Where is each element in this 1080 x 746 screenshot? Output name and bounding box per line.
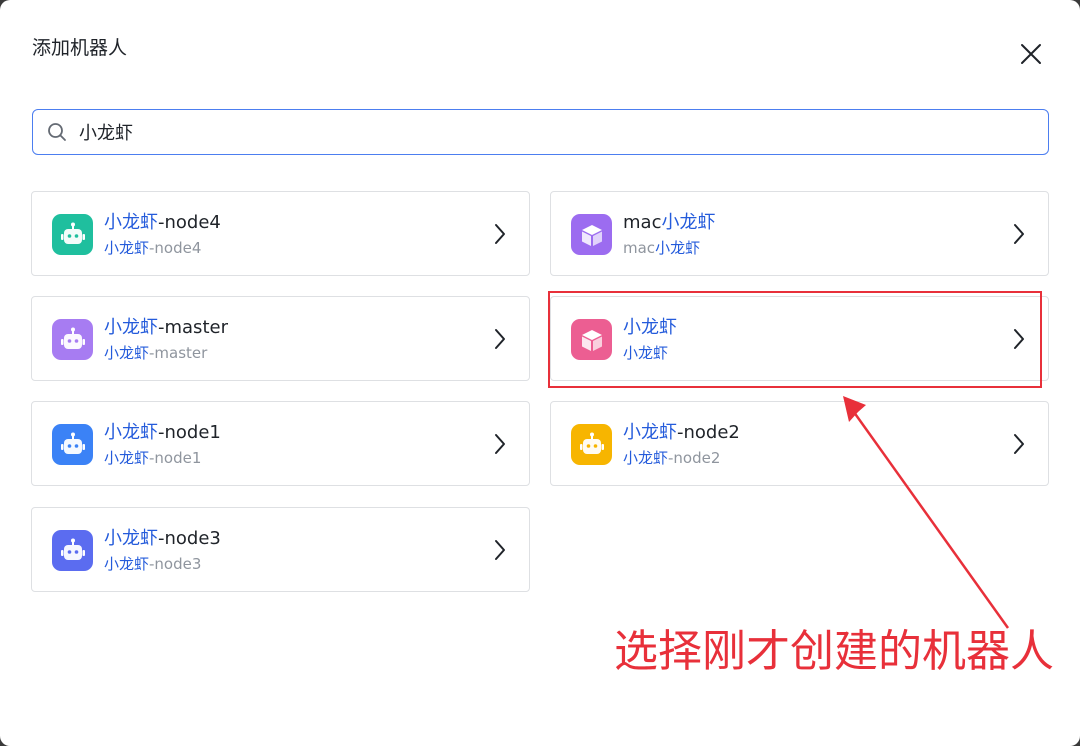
robot-avatar xyxy=(571,424,612,465)
robot-card-node4[interactable]: 小龙虾-node4 小龙虾-node4 xyxy=(31,191,530,276)
add-robot-dialog: 添加机器人 小龙虾-node4 小龙虾- xyxy=(0,0,1080,746)
robot-name: 小龙虾 xyxy=(623,317,677,338)
chevron-right-icon xyxy=(1014,434,1024,454)
robot-icon xyxy=(60,222,85,244)
chevron-right-icon xyxy=(495,329,505,349)
robot-card-node2[interactable]: 小龙虾-node2 小龙虾-node2 xyxy=(550,401,1049,486)
chevron-right-icon xyxy=(1014,224,1024,244)
robot-name: 小龙虾-node2 xyxy=(623,422,740,443)
chevron-right-icon xyxy=(495,540,505,560)
chevron-right-icon xyxy=(495,224,505,244)
robot-icon xyxy=(60,327,85,349)
close-button[interactable] xyxy=(1015,38,1047,70)
robot-name: 小龙虾-master xyxy=(104,317,228,338)
dialog-title: 添加机器人 xyxy=(32,37,128,59)
search-icon xyxy=(47,121,69,143)
robot-avatar xyxy=(52,530,93,571)
robot-avatar xyxy=(571,319,612,360)
robot-card-xiaolongxia[interactable]: 小龙虾 小龙虾 xyxy=(550,296,1049,381)
robot-avatar xyxy=(52,214,93,255)
robot-name: mac小龙虾 xyxy=(623,212,716,233)
robot-name: 小龙虾-node3 xyxy=(104,528,221,549)
search-input[interactable] xyxy=(79,121,1048,143)
robot-avatar xyxy=(52,424,93,465)
robot-icon xyxy=(60,432,85,454)
robot-subtitle: 小龙虾-node1 xyxy=(104,449,202,467)
robot-subtitle: 小龙虾-node4 xyxy=(104,239,202,257)
robot-subtitle: 小龙虾-node2 xyxy=(623,449,721,467)
chevron-right-icon xyxy=(495,434,505,454)
robot-card-node1[interactable]: 小龙虾-node1 小龙虾-node1 xyxy=(31,401,530,486)
close-icon xyxy=(1021,44,1041,64)
robot-subtitle: 小龙虾 xyxy=(623,344,669,362)
robot-card-mac[interactable]: mac小龙虾 mac小龙虾 xyxy=(550,191,1049,276)
robot-name: 小龙虾-node1 xyxy=(104,422,221,443)
robot-subtitle: mac小龙虾 xyxy=(623,239,701,257)
cube-icon xyxy=(581,224,602,246)
robot-subtitle: 小龙虾-node3 xyxy=(104,555,202,573)
annotation-text: 选择刚才创建的机器人 xyxy=(614,626,1054,677)
cube-icon xyxy=(581,329,602,351)
robot-avatar xyxy=(52,319,93,360)
robot-subtitle: 小龙虾-master xyxy=(104,344,208,362)
chevron-right-icon xyxy=(1014,329,1024,349)
robot-card-node3[interactable]: 小龙虾-node3 小龙虾-node3 xyxy=(31,507,530,592)
robot-icon xyxy=(60,538,85,560)
robot-card-master[interactable]: 小龙虾-master 小龙虾-master xyxy=(31,296,530,381)
robot-icon xyxy=(579,432,604,454)
robot-name: 小龙虾-node4 xyxy=(104,212,221,233)
robot-avatar xyxy=(571,214,612,255)
search-box[interactable] xyxy=(32,109,1049,155)
